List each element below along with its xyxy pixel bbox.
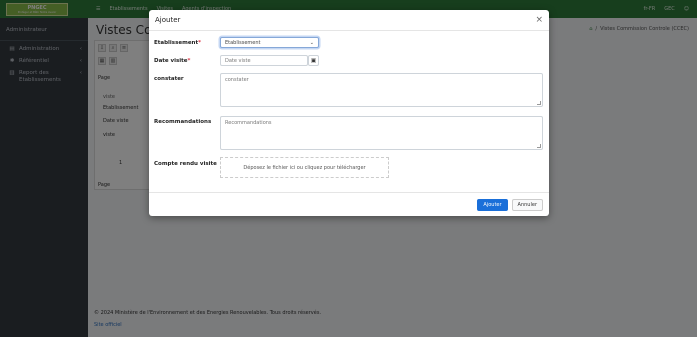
- constater-label: constater: [154, 76, 184, 82]
- recommandations-textarea[interactable]: Recommandations: [220, 116, 543, 150]
- add-visit-modal: Ajouter × Etablissement* Etablissement ⌄…: [149, 10, 549, 216]
- resize-handle[interactable]: [537, 101, 541, 105]
- date-visite-input[interactable]: Date viste: [220, 55, 308, 66]
- modal-title: Ajouter: [155, 16, 181, 24]
- etablissement-label: Etablissement*: [154, 40, 201, 46]
- modal-footer: Ajouter Annuler: [149, 192, 549, 216]
- date-visite-placeholder: Date viste: [225, 57, 251, 64]
- close-icon[interactable]: ×: [535, 15, 543, 25]
- etablissement-value: Etablissement: [225, 39, 261, 46]
- cancel-button[interactable]: Annuler: [511, 198, 543, 211]
- modal-body: Etablissement* Etablissement ⌄ Date visi…: [149, 31, 549, 192]
- submit-button[interactable]: Ajouter: [477, 198, 508, 211]
- file-dropzone[interactable]: Déposez le fichier ici ou cliquez pour t…: [220, 157, 389, 178]
- chevron-down-icon: ⌄: [309, 39, 314, 46]
- dropzone-text: Déposez le fichier ici ou cliquez pour t…: [243, 164, 366, 171]
- compte-rendu-label: Compte rendu visite: [154, 161, 217, 167]
- resize-handle[interactable]: [537, 144, 541, 148]
- date-visite-label: Date visite*: [154, 58, 191, 64]
- recommandations-label: Recommandations: [154, 119, 212, 125]
- recommandations-placeholder: Recommandations: [225, 120, 272, 126]
- constater-placeholder: constater: [225, 77, 249, 83]
- calendar-icon[interactable]: ▣: [308, 55, 319, 66]
- modal-header: Ajouter ×: [149, 10, 549, 31]
- constater-textarea[interactable]: constater: [220, 73, 543, 107]
- etablissement-select[interactable]: Etablissement ⌄: [220, 37, 319, 48]
